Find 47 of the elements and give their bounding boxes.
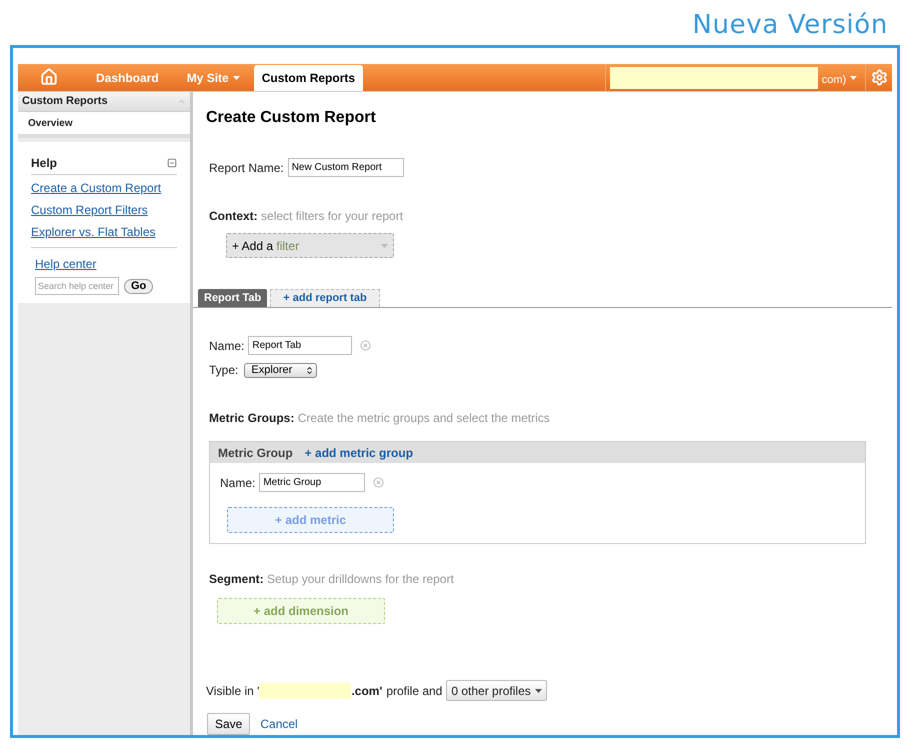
text-field[interactable]: Metric Group [259, 473, 366, 492]
collapse-icon[interactable] [167, 158, 177, 168]
caret-icon [381, 244, 388, 248]
help-link[interactable]: Explorer vs. Flat Tables [31, 223, 177, 241]
metric-group-tab[interactable]: + add metric group [304, 444, 414, 462]
clear-icon[interactable] [373, 477, 384, 488]
nav-tab[interactable]: Custom Reports [254, 65, 364, 91]
section-hint: Setup your drilldowns for the report [267, 572, 454, 586]
section-hint: select filters for your report [261, 209, 404, 223]
stepper-icon [305, 366, 314, 374]
sidebar-item[interactable]: Overview [18, 112, 190, 138]
field-label: Name: [209, 338, 244, 354]
sidebar-title: Custom Reports [22, 94, 108, 110]
help-center-link[interactable]: Help center [35, 257, 96, 271]
page-title: Create Custom Report [206, 108, 377, 128]
field-label: Report Name: [209, 160, 284, 176]
section-label: Segment: [209, 572, 264, 586]
save-button[interactable]: Save [207, 713, 250, 735]
section-hint: Create the metric groups and select the metrics [298, 411, 550, 425]
add-filter-dropdown[interactable]: + Add a filter [226, 233, 394, 258]
account-name: com) [822, 72, 846, 88]
help-title: Help [31, 155, 58, 172]
cancel-link[interactable]: Cancel [260, 715, 298, 733]
caret-icon [534, 688, 542, 692]
visibility-domain: .com' [351, 682, 382, 700]
section-label: Metric Groups: [209, 411, 294, 425]
clear-icon[interactable] [360, 340, 372, 351]
report-tab[interactable]: Report Tab [198, 289, 268, 307]
settings-icon [870, 69, 888, 86]
profiles-dropdown[interactable]: 0 other profiles [446, 680, 547, 701]
field-label: Name: [220, 474, 256, 492]
go-button[interactable]: Go [124, 278, 154, 294]
visibility-text: profile and [386, 682, 442, 700]
visibility-text: Visible in ' [206, 682, 260, 700]
banner-title: Nueva Versión [692, 9, 888, 42]
field-label: Type: [209, 362, 238, 379]
section-label: Context: [209, 209, 258, 223]
help-link[interactable]: Create a Custom Report [31, 179, 177, 197]
type-select[interactable]: Explorer [244, 362, 318, 378]
report-tab[interactable]: + add report tab [270, 289, 380, 307]
caret-icon [850, 76, 857, 80]
text-field[interactable]: Report Tab [248, 336, 352, 355]
text-field[interactable]: New Custom Report [288, 158, 404, 177]
metric-group-tab[interactable]: Metric Group [218, 444, 293, 462]
help-link[interactable]: Custom Report Filters [31, 201, 177, 219]
home-icon[interactable] [40, 68, 58, 86]
search-field[interactable]: Search help center [35, 277, 119, 295]
